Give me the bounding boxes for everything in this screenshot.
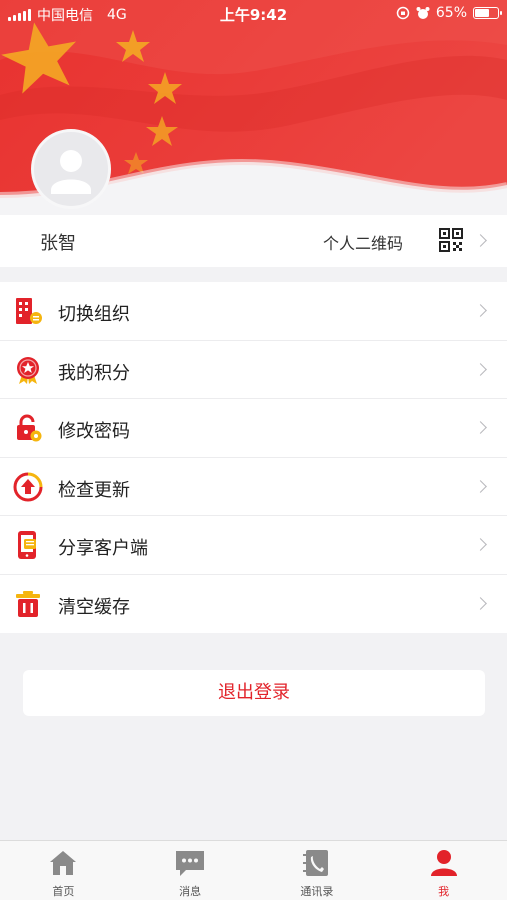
menu-item-share-client[interactable]: 分享客户端	[0, 516, 507, 575]
building-icon	[16, 298, 42, 324]
avatar[interactable]	[31, 129, 111, 209]
battery-percent: 65%	[435, 5, 467, 21]
menu-label: 清空缓存	[58, 596, 130, 618]
profile-row[interactable]: 张智 个人二维码	[0, 215, 507, 267]
medal-icon	[17, 356, 39, 384]
alarm-icon	[416, 7, 430, 19]
home-icon	[50, 851, 77, 875]
battery-icon	[473, 7, 502, 19]
menu-label: 切换组织	[58, 304, 130, 325]
settings-menu: 切换组织 我的积分 修改密码 检查更新 分享客户端 清空缓存	[0, 282, 507, 633]
chevron-right-icon	[474, 596, 487, 610]
menu-label: 修改密码	[58, 421, 130, 442]
menu-item-change-password[interactable]: 修改密码	[0, 399, 507, 458]
rotation-lock-icon	[396, 6, 410, 20]
tab-home[interactable]: 首页	[0, 841, 127, 900]
chevron-right-icon	[474, 304, 487, 317]
menu-item-my-points[interactable]: 我的积分	[0, 341, 507, 399]
contacts-icon	[302, 850, 328, 876]
user-name: 张智	[40, 233, 76, 254]
menu-item-check-update[interactable]: 检查更新	[0, 458, 507, 516]
logout-button[interactable]: 退出登录	[23, 670, 485, 716]
share-phone-icon	[18, 531, 36, 559]
tab-label: 消息	[179, 885, 202, 898]
tab-me[interactable]: 我	[380, 841, 507, 900]
trash-icon	[16, 590, 40, 617]
chevron-right-icon	[474, 362, 487, 376]
tab-label: 我	[438, 885, 450, 898]
default-user-icon	[51, 150, 91, 194]
bottom-tab-bar: 首页 消息 通讯录 我	[0, 840, 507, 900]
menu-item-clear-cache[interactable]: 清空缓存	[0, 575, 507, 634]
menu-label: 分享客户端	[58, 538, 148, 559]
chevron-right-icon	[474, 234, 487, 247]
tab-messages[interactable]: 消息	[127, 841, 254, 900]
chevron-right-icon	[474, 421, 487, 434]
message-icon	[176, 851, 205, 876]
chevron-right-icon	[474, 479, 487, 493]
qr-code-icon[interactable]	[439, 228, 463, 252]
chevron-right-icon	[474, 538, 487, 551]
lock-icon	[17, 414, 42, 442]
tab-label: 首页	[52, 885, 75, 898]
update-icon	[13, 472, 43, 501]
person-icon	[430, 850, 457, 876]
menu-label: 检查更新	[58, 479, 130, 501]
menu-label: 我的积分	[58, 362, 130, 384]
menu-item-switch-org[interactable]: 切换组织	[0, 282, 507, 341]
tab-label: 通讯录	[300, 885, 334, 898]
status-bar: 中国电信 4G 上午9:42 65%	[0, 0, 507, 28]
tab-contacts[interactable]: 通讯录	[254, 841, 381, 900]
qr-code-label[interactable]: 个人二维码	[323, 230, 403, 254]
